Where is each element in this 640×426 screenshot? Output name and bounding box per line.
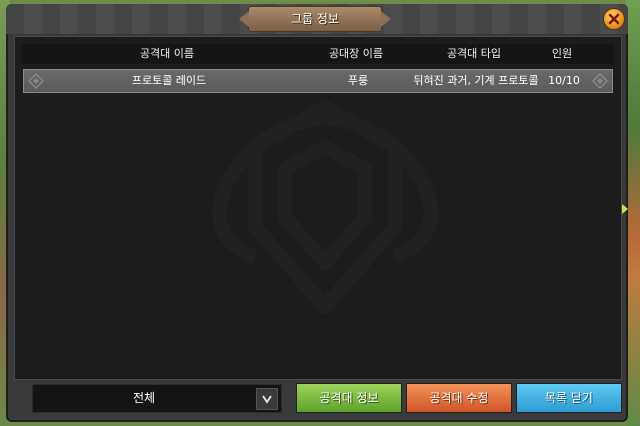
close-button[interactable] [603,8,625,30]
row-right-ornament-icon [592,73,608,89]
bottom-action-bar: 전체 공격대 정보 공격대 수정 목록 닫기 [14,380,622,418]
close-list-button[interactable]: 목록 닫기 [516,383,622,413]
close-x-icon [608,13,620,25]
header-member-count: 인원 [551,47,573,60]
row-raid-name: 프로토콜 레이드 [131,74,207,87]
row-member-count: 10/10 [548,74,580,87]
game-background-right [626,0,640,426]
raid-filter-dropdown[interactable]: 전체 [32,384,282,413]
chevron-down-icon [256,388,278,410]
row-raid-type: 뒤혀진 과거, 기계 프로토콜 [413,74,539,87]
header-raid-type: 공격대 타입 [446,47,502,60]
side-scroll-arrow-icon [622,204,628,214]
filter-selected-value: 전체 [132,391,156,405]
header-leader-name: 공대장 이름 [328,47,384,60]
raid-edit-button[interactable]: 공격대 수정 [406,383,512,413]
header-raid-name: 공격대 이름 [139,47,195,60]
dialog-title: 그룹 정보 [239,6,391,32]
table-header: 공격대 이름 공대장 이름 공격대 타입 인원 [22,44,614,64]
guild-emblem-watermark-icon [212,100,438,314]
raid-info-button[interactable]: 공격대 정보 [296,383,402,413]
table-row[interactable]: 프로토콜 레이드 푸룽 뒤혀진 과거, 기계 프로토콜 10/10 [23,69,613,93]
row-leader-name: 푸룽 [347,74,369,87]
